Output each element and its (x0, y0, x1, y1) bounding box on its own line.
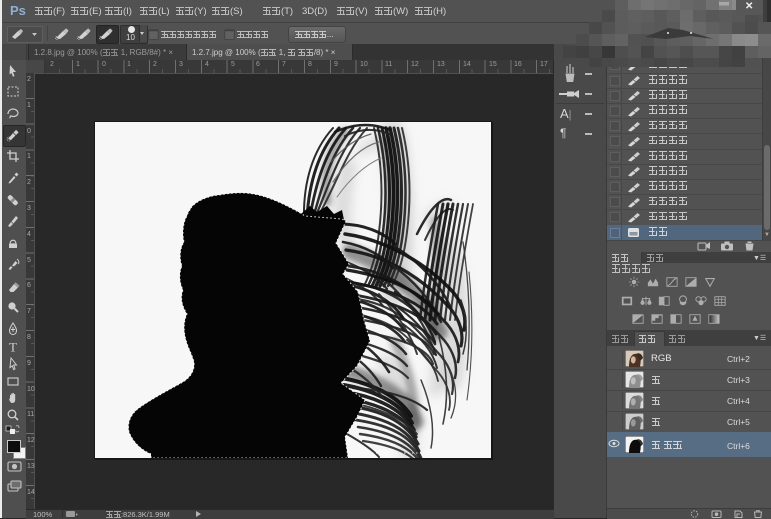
svg-text:T: T (9, 340, 17, 355)
